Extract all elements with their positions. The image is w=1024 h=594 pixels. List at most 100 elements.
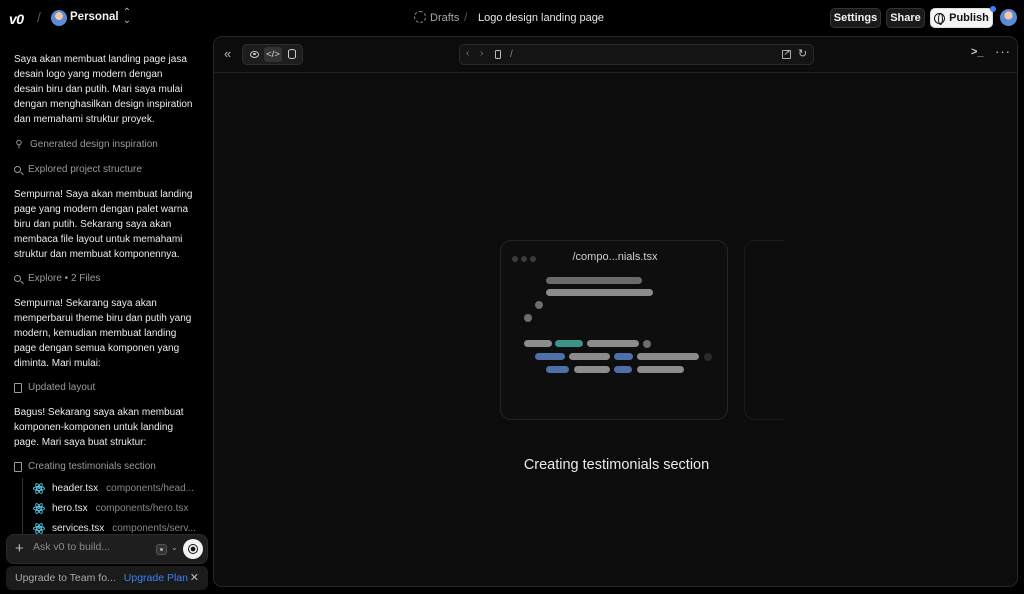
file-name: hero.tsx	[52, 502, 88, 514]
code-line-placeholder	[569, 353, 610, 360]
project-title[interactable]: Logo design landing page	[478, 12, 604, 24]
code-line-placeholder	[614, 353, 633, 360]
database-icon	[288, 49, 296, 59]
code-line-placeholder	[524, 340, 552, 347]
model-selector-icon[interactable]	[156, 544, 167, 555]
terminal-icon[interactable]: >_	[971, 46, 984, 58]
assistant-message: Saya akan membuat landing page jasa desa…	[14, 54, 193, 125]
code-line-placeholder	[704, 353, 712, 361]
top-bar: v0 / Personal ⌃ ⌄ Drafts / Logo design la…	[0, 0, 1024, 36]
step-explore-files[interactable]: Explore • 2 Files	[14, 273, 100, 284]
file-path: components/head...	[106, 482, 194, 494]
breadcrumb-separator: /	[37, 9, 41, 25]
collapse-sidebar-icon[interactable]: «	[224, 46, 231, 61]
code-line-placeholder	[614, 366, 632, 373]
workspace-name[interactable]: Personal	[70, 11, 119, 23]
search-icon	[14, 166, 21, 173]
step-label: Explored project structure	[28, 164, 142, 175]
file-icon	[14, 461, 22, 472]
code-line-placeholder	[587, 340, 639, 347]
step-label: Explore • 2 Files	[28, 273, 101, 284]
step-creating-testimonials[interactable]: Creating testimonials section	[14, 461, 156, 472]
step-label: Generated design inspiration	[30, 139, 158, 150]
code-view-button[interactable]: </>	[264, 47, 282, 62]
step-label: Updated layout	[28, 382, 96, 393]
react-icon	[33, 521, 45, 535]
code-line-placeholder	[524, 314, 532, 322]
code-line-placeholder	[535, 301, 543, 309]
code-generation-card: /compo...nials.tsx	[500, 240, 728, 420]
file-name: services.tsx	[52, 522, 105, 534]
step-design-inspiration[interactable]: ⚲ Generated design inspiration	[14, 139, 158, 150]
step-label: Creating testimonials section	[28, 461, 156, 472]
upgrade-text: Upgrade to Team fo...	[15, 572, 116, 584]
prompt-input[interactable]	[33, 541, 148, 553]
close-icon[interactable]: ✕	[190, 571, 199, 584]
chevron-updown-icon[interactable]: ⌃ ⌄	[122, 8, 132, 26]
upgrade-plan-link[interactable]: Upgrade Plan	[124, 572, 188, 584]
react-icon	[33, 481, 45, 495]
v0-logo[interactable]: v0	[9, 11, 24, 27]
file-name: header.tsx	[52, 482, 99, 494]
code-line-placeholder	[546, 289, 653, 296]
preview-view-button[interactable]	[245, 47, 263, 62]
code-line-placeholder	[643, 340, 651, 348]
step-explored-structure[interactable]: Explored project structure	[14, 164, 142, 175]
step-updated-layout[interactable]: Updated layout	[14, 382, 95, 393]
next-card-placeholder	[744, 240, 784, 420]
code-line-placeholder	[574, 366, 610, 373]
url-path[interactable]: /	[510, 49, 513, 60]
code-line-placeholder	[546, 277, 642, 284]
card-file-name: /compo...nials.tsx	[572, 251, 658, 263]
more-options-icon[interactable]: ···	[995, 44, 1011, 59]
add-attachment-icon[interactable]: +	[15, 540, 24, 557]
code-line-placeholder	[555, 340, 583, 347]
globe-icon	[934, 12, 946, 25]
file-list: header.tsx components/head... hero.tsx c…	[22, 478, 202, 538]
share-button[interactable]: Share	[886, 8, 925, 28]
code-line-placeholder	[546, 366, 569, 373]
search-icon	[14, 275, 21, 282]
generation-status: Creating testimonials section	[523, 457, 710, 473]
file-item[interactable]: header.tsx components/head...	[33, 478, 202, 498]
chevron-down-icon[interactable]: ⌄	[594, 11, 602, 22]
user-avatar[interactable]	[1000, 9, 1017, 26]
code-line-placeholder	[637, 366, 684, 373]
file-path: components/hero.tsx	[95, 502, 189, 514]
assistant-message: Bagus! Sekarang saya akan membuat kompon…	[14, 407, 184, 448]
code-line-placeholder	[535, 353, 565, 360]
assistant-message: Sempurna! Sekarang saya akan memperbarui…	[14, 298, 192, 369]
reload-icon[interactable]: ↻	[798, 47, 807, 60]
drafts-link[interactable]: Drafts	[430, 12, 459, 24]
code-icon: </>	[266, 49, 280, 60]
chat-composer: + ⌄	[6, 534, 208, 564]
drafts-icon	[414, 11, 426, 23]
preview-panel: « </> ‹ › / ↻ >_ ··· /compo...nials.tsx	[213, 36, 1018, 587]
graph-icon: ⚲	[15, 138, 23, 150]
back-icon[interactable]: ‹	[466, 48, 469, 59]
view-toggle-group: </>	[242, 44, 303, 65]
react-icon	[33, 501, 45, 515]
upgrade-banner: Upgrade to Team fo... Upgrade Plan ✕	[6, 566, 208, 590]
notification-dot	[990, 6, 996, 12]
database-view-button[interactable]	[283, 47, 301, 62]
send-button[interactable]	[183, 539, 203, 559]
settings-button[interactable]: Settings	[830, 8, 881, 28]
chat-panel: Saya akan membuat landing page jasa desa…	[0, 36, 210, 594]
file-item[interactable]: hero.tsx components/hero.tsx	[33, 498, 202, 518]
preview-toolbar: « </> ‹ › / ↻ >_ ···	[214, 37, 1017, 73]
workspace-avatar[interactable]	[51, 10, 67, 26]
file-icon	[14, 382, 22, 393]
code-line-placeholder	[637, 353, 699, 360]
url-bar: ‹ › / ↻	[459, 44, 814, 65]
publish-button[interactable]: Publish	[930, 8, 993, 28]
assistant-message: Sempurna! Saya akan membuat landing page…	[14, 189, 193, 260]
mobile-device-icon[interactable]	[495, 50, 501, 59]
forward-icon[interactable]: ›	[480, 48, 483, 59]
breadcrumb-separator: /	[464, 10, 468, 24]
file-path: components/serv...	[112, 522, 196, 534]
open-external-icon[interactable]	[782, 48, 791, 59]
publish-label: Publish	[949, 12, 989, 24]
chevron-down-icon[interactable]: ⌄	[171, 543, 178, 552]
eye-icon	[250, 50, 259, 58]
